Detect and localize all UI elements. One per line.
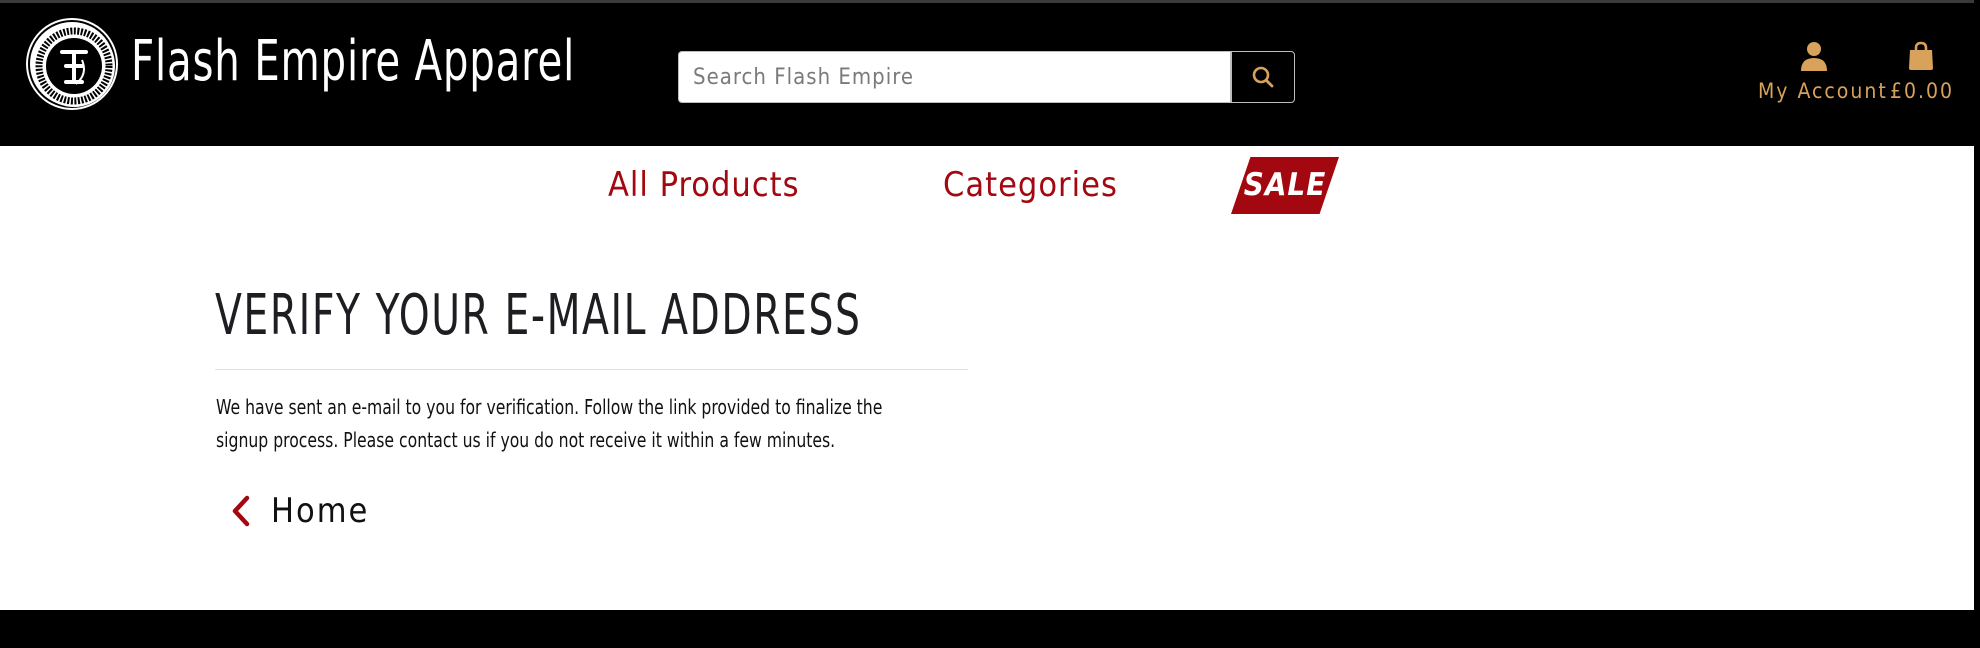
page-title: VERIFY YOUR E-MAIL ADDRESS: [215, 283, 862, 348]
cart-link[interactable]: £0.00: [1890, 41, 1952, 103]
site-footer: [0, 610, 1980, 648]
user-icon: [1801, 42, 1827, 71]
nav-sale[interactable]: SALE: [1231, 157, 1339, 214]
search-bar: [678, 51, 1295, 103]
my-account-label: My Account: [1758, 79, 1888, 103]
home-link-label: Home: [271, 491, 370, 531]
my-account-link[interactable]: My Account: [1758, 41, 1888, 103]
nav-all-products[interactable]: All Products: [608, 160, 800, 210]
sale-label: SALE: [1243, 167, 1327, 203]
home-link[interactable]: Home: [231, 489, 369, 533]
logo-emblem-icon: [33, 25, 115, 107]
title-divider: [215, 369, 968, 370]
shopping-bag-icon: [1909, 41, 1933, 70]
cart-total: £0.00: [1890, 79, 1955, 103]
page: Flash Empire Apparel My Account £0.: [0, 0, 1980, 648]
site-header: Flash Empire Apparel My Account £0.: [0, 0, 1980, 146]
page-edge: [1974, 0, 1980, 648]
search-icon: [1252, 66, 1274, 88]
verification-message: We have sent an e-mail to you for verifi…: [216, 395, 883, 452]
chevron-left-icon: [232, 495, 250, 527]
nav-categories[interactable]: Categories: [943, 160, 1118, 210]
search-button[interactable]: [1231, 51, 1295, 103]
search-input[interactable]: [678, 51, 1231, 103]
brand-name[interactable]: Flash Empire Apparel: [131, 25, 575, 99]
brand-logo[interactable]: [28, 20, 116, 108]
